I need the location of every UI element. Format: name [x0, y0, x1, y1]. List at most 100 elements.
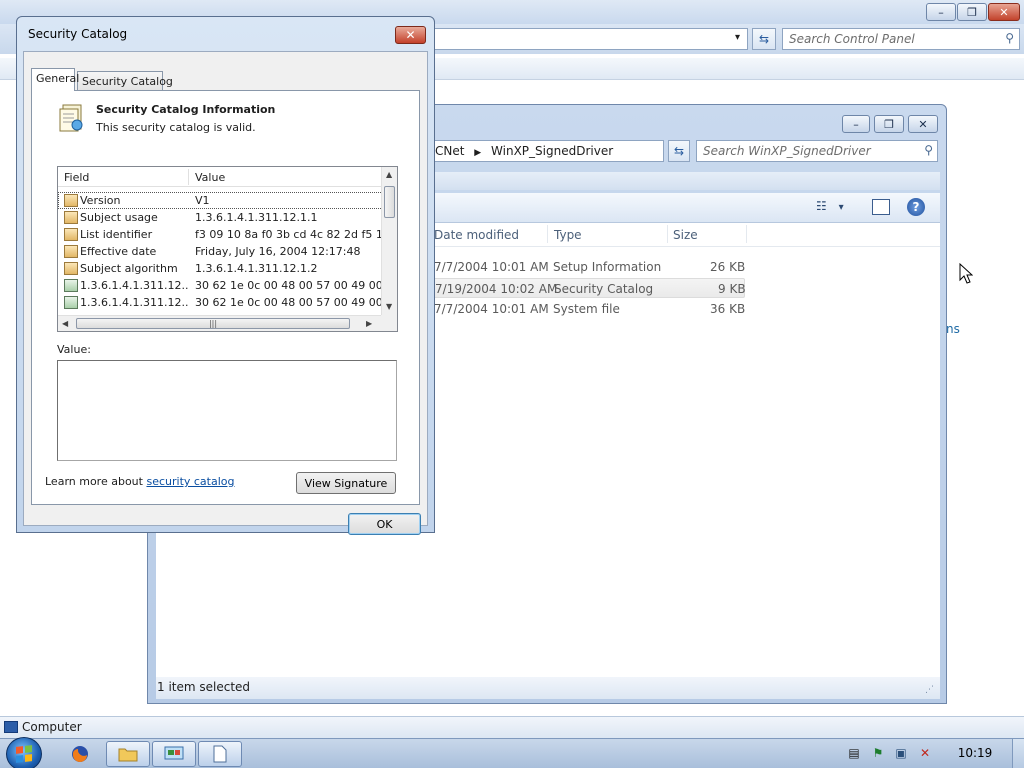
- horizontal-scrollbar[interactable]: ◀ ||| ▶: [58, 315, 383, 331]
- search-icon[interactable]: ⚲: [1005, 31, 1014, 45]
- general-tab-panel: Security Catalog Information This securi…: [31, 90, 420, 505]
- search-icon[interactable]: ⚲: [924, 143, 933, 157]
- field-icon: [64, 194, 78, 207]
- folder-icon: [118, 748, 138, 762]
- ok-button[interactable]: OK: [348, 513, 421, 535]
- list-item[interactable]: Subject algorithm 1.3.6.1.4.1.311.12.1.2: [58, 260, 383, 277]
- field-name: List identifier: [80, 228, 153, 241]
- view-signature-button[interactable]: View Signature: [296, 472, 396, 494]
- cp-status-text: Computer: [22, 720, 82, 734]
- catalog-fields-list[interactable]: Field Value Version V1 Subject usage 1.3…: [57, 166, 398, 332]
- column-divider[interactable]: [188, 169, 189, 185]
- field-value: 1.3.6.1.4.1.311.12.1.1: [195, 211, 318, 224]
- column-header-field[interactable]: Field: [64, 171, 89, 184]
- info-title: Security Catalog Information: [96, 103, 276, 116]
- control-panel-icon: [164, 746, 184, 760]
- vertical-scrollbar[interactable]: ▲ ▼: [381, 167, 397, 315]
- field-icon: [64, 262, 78, 275]
- security-catalog-link[interactable]: security catalog: [146, 475, 234, 488]
- field-value: 30 62 1e 0c 00 48 00 57 00 49 00 44...: [195, 296, 381, 309]
- cp-maximize-button[interactable]: ❐: [957, 3, 987, 21]
- extension-icon: [64, 279, 78, 292]
- column-header-size[interactable]: Size: [673, 225, 747, 243]
- column-header-type[interactable]: Type: [554, 225, 668, 243]
- dialog-close-button[interactable]: ✕: [395, 26, 426, 44]
- file-type: Setup Information: [553, 260, 662, 274]
- taskbar-firefox-button[interactable]: [60, 741, 100, 767]
- taskbar-control-panel-button[interactable]: [152, 741, 196, 767]
- ex-refresh-button[interactable]: ⇆: [668, 140, 690, 162]
- ex-address-bar[interactable]: CNet ▶ WinXP_SignedDriver ▾: [430, 140, 664, 162]
- breadcrumb-separator-icon[interactable]: ▶: [474, 148, 481, 158]
- learn-more-prefix: Learn more about: [45, 475, 147, 488]
- ex-maximize-button[interactable]: ❐: [874, 115, 904, 133]
- scroll-up-icon[interactable]: ▲: [386, 170, 392, 179]
- field-name: Version: [80, 194, 121, 207]
- cp-search-input[interactable]: Search Control Panel ⚲: [782, 28, 1020, 50]
- security-catalog-icon: [59, 104, 83, 132]
- security-catalog-dialog: Security Catalog ✕ General Security Cata…: [16, 16, 435, 535]
- cp-partial-link[interactable]: ns: [946, 322, 960, 336]
- scroll-right-icon[interactable]: ▶: [366, 319, 372, 328]
- taskbar-dialog-button[interactable]: [198, 741, 242, 767]
- refresh-icon: ⇆: [673, 144, 685, 158]
- learn-more-text: Learn more about security catalog: [45, 475, 235, 488]
- show-desktop-button[interactable]: [1012, 739, 1024, 768]
- taskbar: ▤ ⚑ ▣ ✕ 10:19: [0, 737, 1024, 768]
- ex-minimize-button[interactable]: –: [842, 115, 870, 133]
- ex-status-bar: 1 item selected ⋰: [156, 677, 940, 699]
- field-value: V1: [195, 194, 210, 207]
- computer-icon: [4, 721, 18, 733]
- vertical-scroll-thumb[interactable]: [384, 186, 395, 218]
- taskbar-explorer-button[interactable]: [106, 741, 150, 767]
- info-status: This security catalog is valid.: [96, 121, 256, 134]
- taskbar-clock[interactable]: 10:19: [946, 746, 1004, 760]
- file-size: 9 KB: [718, 282, 746, 296]
- document-icon: [213, 745, 227, 763]
- field-value: Friday, July 16, 2004 12:17:48: [195, 245, 361, 258]
- scroll-left-icon[interactable]: ◀: [62, 319, 68, 328]
- cp-close-button[interactable]: ✕: [988, 3, 1020, 21]
- cp-address-bar[interactable]: ▾: [430, 28, 748, 50]
- breadcrumb-item[interactable]: CNet: [435, 144, 464, 158]
- horizontal-scroll-thumb[interactable]: |||: [76, 318, 350, 329]
- cp-status-bar: Computer: [0, 716, 1024, 738]
- file-type: System file: [553, 302, 620, 316]
- list-item[interactable]: Version V1: [58, 192, 383, 209]
- list-item[interactable]: Subject usage 1.3.6.1.4.1.311.12.1.1: [58, 209, 383, 226]
- cp-refresh-button[interactable]: ⇆: [752, 28, 776, 50]
- start-button[interactable]: [6, 737, 42, 768]
- file-type: Security Catalog: [554, 282, 654, 296]
- file-date: 7/7/2004 10:01 AM: [434, 260, 549, 274]
- help-icon[interactable]: ?: [907, 198, 925, 216]
- list-item[interactable]: Effective date Friday, July 16, 2004 12:…: [58, 243, 383, 260]
- views-dropdown-icon[interactable]: ▾: [839, 202, 844, 213]
- tab-general[interactable]: General: [31, 68, 79, 91]
- list-item[interactable]: List identifier f3 09 10 8a f0 3b cd 4c …: [58, 226, 383, 243]
- cp-address-dropdown-icon[interactable]: ▾: [735, 32, 740, 43]
- ex-search-input[interactable]: Search WinXP_SignedDriver ⚲: [696, 140, 938, 162]
- network-icon[interactable]: ▣: [893, 745, 909, 761]
- refresh-icon: ⇆: [758, 32, 770, 46]
- document-tray-icon[interactable]: ▤: [846, 745, 862, 761]
- dialog-body: General Security Catalog Security Catalo…: [23, 51, 428, 535]
- action-center-flag-icon[interactable]: ⚑: [870, 745, 886, 761]
- value-label: Value:: [57, 343, 91, 356]
- cp-minimize-button[interactable]: –: [926, 3, 956, 21]
- list-item[interactable]: 1.3.6.1.4.1.311.12... 30 62 1e 0c 00 48 …: [58, 294, 383, 311]
- volume-muted-icon[interactable]: ✕: [917, 745, 933, 761]
- column-header-value[interactable]: Value: [195, 171, 225, 184]
- column-header-date[interactable]: Date modified: [434, 225, 548, 243]
- tab-security-catalog[interactable]: Security Catalog: [77, 71, 173, 91]
- field-value: 1.3.6.1.4.1.311.12.1.2: [195, 262, 318, 275]
- views-button[interactable]: ☷ ▾: [816, 199, 854, 217]
- windows-logo-icon: [16, 745, 32, 763]
- ex-close-button[interactable]: ✕: [908, 115, 938, 133]
- breadcrumb-item[interactable]: WinXP_SignedDriver: [491, 144, 613, 158]
- preview-pane-icon[interactable]: [872, 199, 890, 215]
- scroll-down-icon[interactable]: ▼: [386, 302, 392, 311]
- list-item[interactable]: 1.3.6.1.4.1.311.12... 30 62 1e 0c 00 48 …: [58, 277, 383, 294]
- file-date: 7/19/2004 10:02 AM: [435, 282, 558, 296]
- value-display[interactable]: [57, 360, 397, 461]
- resize-grip-icon[interactable]: ⋰: [925, 685, 934, 695]
